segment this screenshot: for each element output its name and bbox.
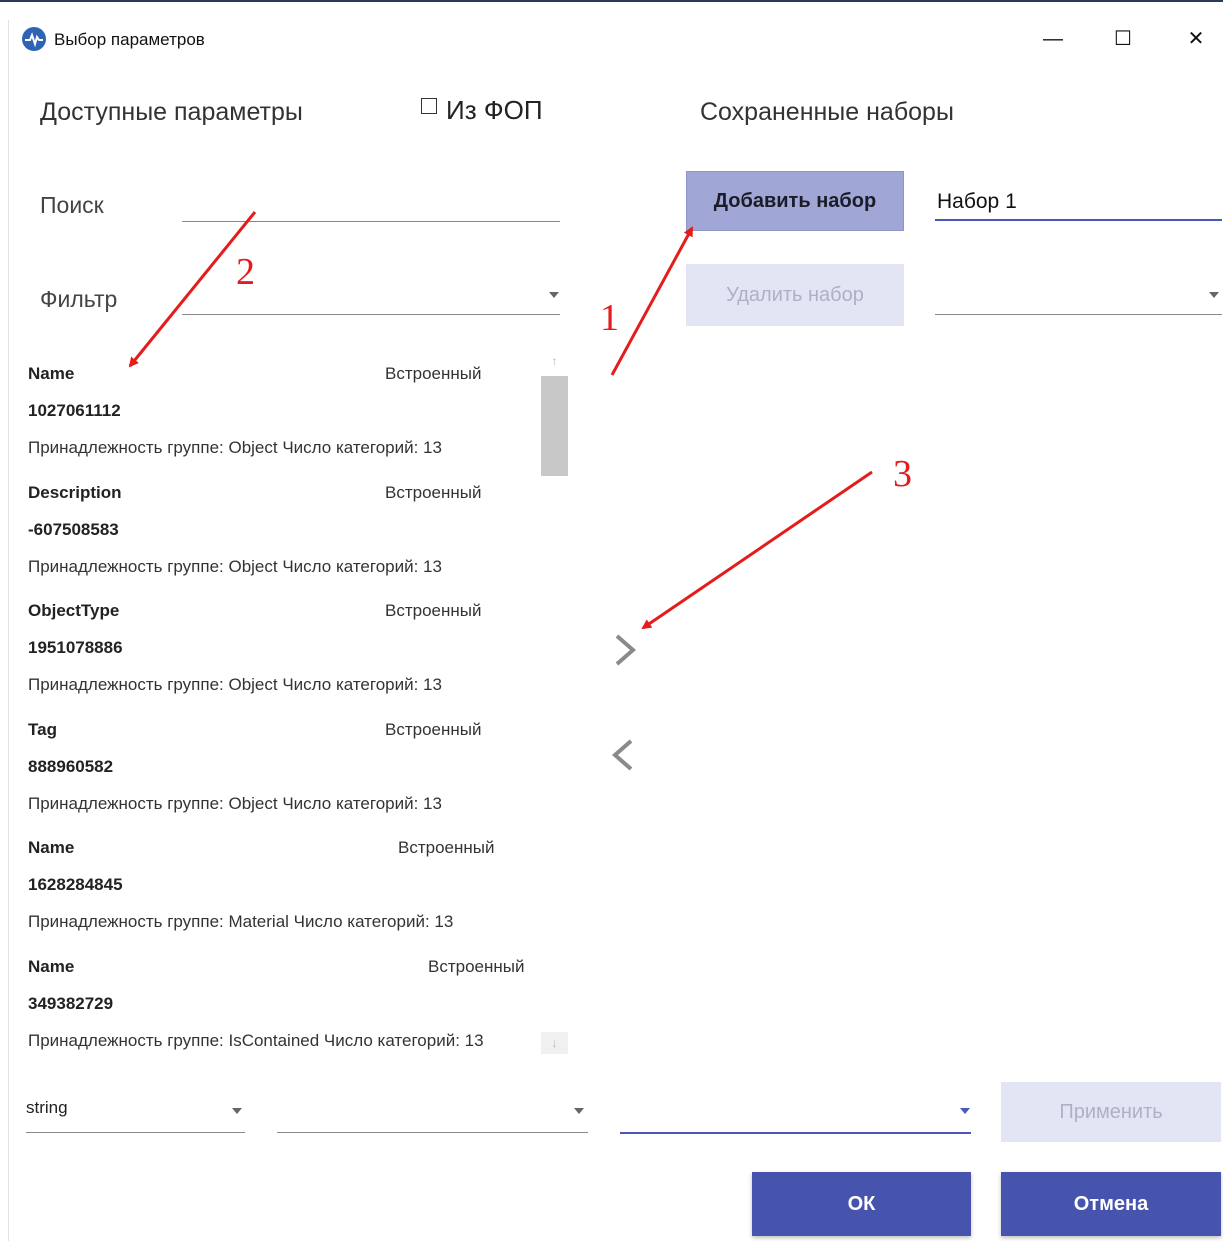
parameter-type: Встроенный xyxy=(385,719,482,739)
window-left-border xyxy=(8,20,9,1241)
saved-set-chevron-down-icon[interactable] xyxy=(1209,292,1219,298)
second-select-underline xyxy=(277,1132,588,1133)
parameter-id: -607508583 xyxy=(28,519,119,539)
annotation-number-1: 1 xyxy=(600,297,619,339)
third-chevron-down-icon[interactable] xyxy=(960,1108,970,1114)
set-name-underline xyxy=(935,219,1222,221)
parameter-list: Name Встроенный 1027061112 Принадлежност… xyxy=(28,355,538,1066)
list-item[interactable]: Tag Встроенный 888960582 Принадлежность … xyxy=(28,711,538,830)
list-item[interactable]: ObjectType Встроенный 1951078886 Принадл… xyxy=(28,592,538,711)
parameter-name: Description xyxy=(28,482,122,502)
parameter-name: Name xyxy=(28,364,75,383)
search-underline xyxy=(182,221,560,222)
filter-underline xyxy=(182,314,560,315)
parameter-id: 349382729 xyxy=(28,993,114,1013)
parameter-meta: Принадлежность группе: Object Число кате… xyxy=(28,675,442,694)
filter-label: Фильтр xyxy=(40,286,118,312)
apply-button[interactable]: Применить xyxy=(1001,1082,1221,1142)
add-set-button[interactable]: Добавить набор xyxy=(686,171,904,231)
parameter-type: Встроенный xyxy=(385,601,482,620)
parameter-name: Tag xyxy=(28,719,57,739)
parameter-name: ObjectType xyxy=(28,601,120,620)
from-fop-checkbox[interactable] xyxy=(421,98,437,114)
parameter-name: Name xyxy=(28,956,75,976)
third-select-underline xyxy=(620,1132,971,1134)
ok-button[interactable]: ОК xyxy=(752,1172,971,1236)
search-label: Поиск xyxy=(40,192,104,218)
parameter-meta: Принадлежность группе: Object Число кате… xyxy=(28,556,442,576)
parameter-type: Встроенный xyxy=(398,838,495,857)
list-item[interactable]: Name Встроенный 349382729 Принадлежность… xyxy=(28,948,538,1067)
annotation-arrow-1 xyxy=(610,226,694,376)
parameter-meta: Принадлежность группе: Material Число ка… xyxy=(28,912,454,931)
saved-set-underline xyxy=(935,314,1222,315)
close-button[interactable]: ✕ xyxy=(1173,20,1219,58)
parameter-id: 1027061112 xyxy=(28,401,121,420)
type-chevron-down-icon[interactable] xyxy=(232,1108,242,1114)
second-select[interactable] xyxy=(277,1098,588,1122)
parameter-meta: Принадлежность группе: IsContained Число… xyxy=(28,1030,484,1050)
parameter-id: 1951078886 xyxy=(28,638,123,657)
minimize-button[interactable]: — xyxy=(1030,20,1076,58)
chevron-right-icon xyxy=(615,634,637,666)
app-pulse-icon xyxy=(22,27,46,51)
parameter-name: Name xyxy=(28,838,75,857)
type-select[interactable]: string xyxy=(26,1098,68,1118)
parameter-type: Встроенный xyxy=(385,482,482,502)
saved-sets-heading: Сохраненные наборы xyxy=(700,98,954,126)
list-item[interactable]: Description Встроенный -607508583 Принад… xyxy=(28,474,538,593)
filter-chevron-down-icon[interactable] xyxy=(549,292,559,298)
third-select[interactable] xyxy=(620,1098,971,1122)
window-title: Выбор параметров xyxy=(54,30,205,49)
set-name-input[interactable] xyxy=(935,186,1223,218)
list-item[interactable]: Name Встроенный 1027061112 Принадлежност… xyxy=(28,355,538,474)
saved-set-select[interactable] xyxy=(935,280,1222,312)
type-select-underline xyxy=(26,1132,245,1133)
scroll-down-arrow-icon[interactable]: ↓ xyxy=(541,1032,568,1054)
scroll-up-arrow-icon[interactable]: ↑ xyxy=(541,350,568,372)
available-parameters-heading: Доступные параметры xyxy=(40,98,303,126)
chevron-left-icon xyxy=(611,739,633,771)
annotation-number-3: 3 xyxy=(893,453,912,495)
annotation-number-2: 2 xyxy=(236,251,255,293)
parameter-id: 888960582 xyxy=(28,756,114,776)
parameter-id: 1628284845 xyxy=(28,875,123,894)
move-right-button[interactable] xyxy=(603,625,643,675)
second-chevron-down-icon[interactable] xyxy=(574,1108,584,1114)
list-item[interactable]: Name Встроенный 1628284845 Принадлежност… xyxy=(28,829,538,948)
parameter-meta: Принадлежность группе: Object Число кате… xyxy=(28,793,442,813)
annotation-arrow-3 xyxy=(641,470,873,630)
from-fop-label[interactable]: Из ФОП xyxy=(446,95,543,126)
search-input[interactable] xyxy=(182,188,560,220)
parameter-type: Встроенный xyxy=(385,364,482,383)
parameter-meta: Принадлежность группе: Object Число кате… xyxy=(28,438,442,457)
maximize-button[interactable]: ☐ xyxy=(1100,20,1146,58)
move-left-button[interactable] xyxy=(603,730,643,780)
delete-set-button[interactable]: Удалить набор xyxy=(686,264,904,326)
scroll-thumb[interactable] xyxy=(541,376,568,476)
cancel-button[interactable]: Отмена xyxy=(1001,1172,1221,1236)
parameter-type: Встроенный xyxy=(428,956,525,976)
